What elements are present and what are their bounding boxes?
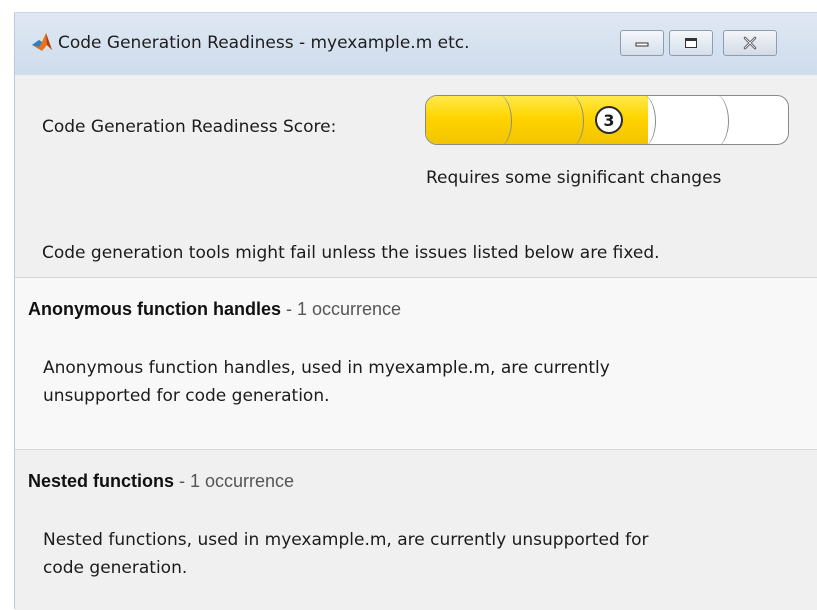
summary-text: Code generation tools might fail unless … — [42, 243, 660, 263]
issue-header: Anonymous function handles - 1 occurrenc… — [28, 299, 401, 320]
close-button[interactable] — [723, 30, 777, 56]
minimize-button[interactable] — [620, 30, 664, 56]
score-segment-divider — [626, 96, 656, 144]
issue-description-line: Anonymous function handles, used in myex… — [43, 358, 610, 378]
score-segment-divider — [554, 96, 584, 144]
issue-description-line: code generation. — [43, 558, 188, 578]
report-content: Code Generation Readiness Score: 3 Requi… — [15, 75, 817, 610]
issue-description: Anonymous function handles, used in myex… — [43, 354, 803, 410]
issue-count: 1 occurrence — [297, 299, 402, 319]
issue-description: Nested functions, used in myexample.m, a… — [43, 526, 803, 582]
matlab-logo-icon — [32, 33, 52, 51]
title-bar[interactable]: Code Generation Readiness - myexample.m … — [15, 13, 817, 75]
score-value-badge: 3 — [595, 106, 623, 134]
close-icon — [743, 36, 757, 50]
score-label: Code Generation Readiness Score: — [42, 117, 337, 137]
maximize-button[interactable] — [669, 30, 713, 56]
issue-item: Anonymous function handles - 1 occurrenc… — [15, 277, 817, 449]
issue-description-line: unsupported for code generation. — [43, 386, 330, 406]
issue-header: Nested functions - 1 occurrence — [28, 471, 294, 492]
issue-count: 1 occurrence — [190, 471, 295, 491]
score-description: Requires some significant changes — [426, 168, 722, 188]
window-title: Code Generation Readiness - myexample.m … — [58, 33, 470, 53]
score-segment-divider — [699, 96, 729, 144]
issue-description-line: Nested functions, used in myexample.m, a… — [43, 530, 649, 550]
issue-title: Nested functions — [28, 471, 175, 491]
minimize-icon — [635, 42, 649, 47]
readiness-score-meter: 3 — [425, 95, 789, 145]
maximize-icon — [685, 38, 697, 48]
readiness-window: Code Generation Readiness - myexample.m … — [14, 12, 817, 610]
issue-separator: - — [174, 471, 191, 491]
issue-title: Anonymous function handles — [28, 299, 282, 319]
issue-separator: - — [281, 299, 298, 319]
score-segment-divider — [482, 96, 512, 144]
issue-item: Nested functions - 1 occurrence Nested f… — [15, 449, 817, 610]
